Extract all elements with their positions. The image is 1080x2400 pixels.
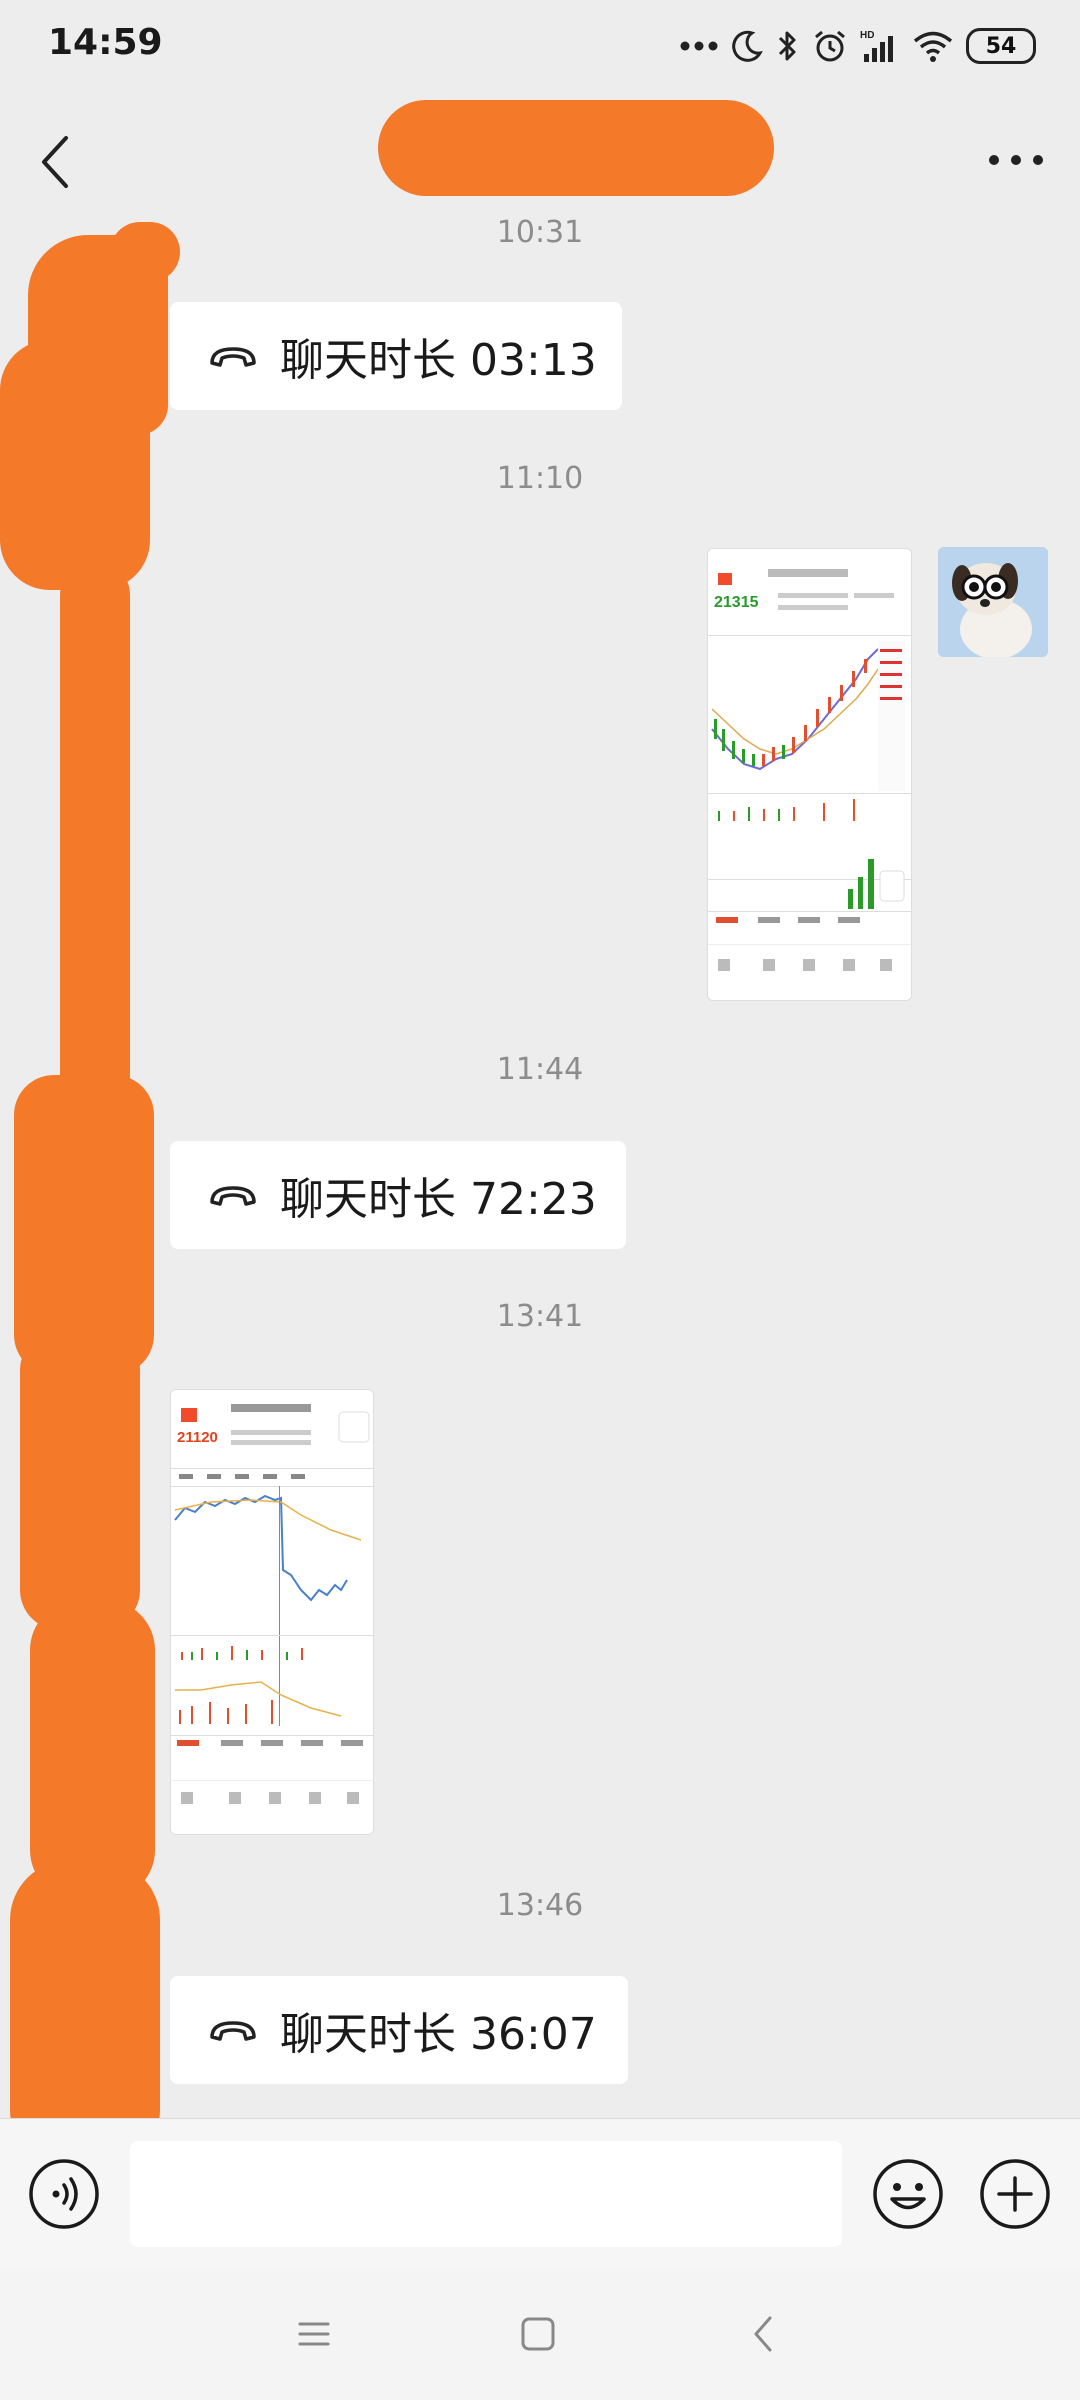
dog-avatar-icon [938,547,1048,657]
wifi-icon [913,31,953,62]
status-bar: 14:59 HD 54 [0,0,1080,90]
timestamp: 11:44 [496,1052,584,1087]
call-duration-text: 聊天时长 72:23 [280,1174,597,1225]
message-input[interactable] [130,2141,842,2247]
menu-icon[interactable] [296,2316,332,2352]
timestamp: 13:46 [496,1888,584,1923]
call-duration-text: 聊天时长 03:13 [280,335,597,386]
home-icon[interactable] [518,2314,558,2354]
status-time: 14:59 [48,22,163,63]
image-message-stock-chart[interactable]: 21315 [707,548,912,1001]
system-nav-bar [0,2268,1080,2400]
redacted-contact-name [378,100,774,196]
status-icons: HD 54 [680,24,1036,68]
phone-hangup-icon [210,2021,256,2041]
call-record-bubble[interactable]: 聊天时长 72:23 [170,1141,626,1249]
back-icon[interactable] [748,2314,778,2354]
image-caption-price: 21120 [177,1429,218,1446]
phone-hangup-icon [210,347,256,367]
signal-icon: HD [860,30,893,62]
avatar[interactable] [938,547,1048,657]
emoji-icon[interactable] [872,2158,944,2230]
bluetooth-icon [778,31,796,61]
timestamp: 11:10 [496,461,584,496]
image-message-stock-chart[interactable]: 21120 [170,1389,374,1835]
call-record-bubble[interactable]: 聊天时长 36:07 [170,1976,628,2084]
more-dots-icon [680,41,718,51]
moon-icon [732,30,763,62]
battery-icon: 54 [966,28,1036,64]
svg-text:HD: HD [860,30,874,41]
plus-icon[interactable] [979,2158,1051,2230]
stock-chart-thumbnail: 21315 [708,549,911,1000]
phone-hangup-icon [210,1186,256,1206]
timestamp: 13:41 [496,1299,584,1334]
more-icon[interactable] [986,150,1046,170]
chevron-left-icon[interactable] [36,132,76,192]
voice-icon[interactable] [28,2158,100,2230]
alarm-icon [815,30,845,62]
stock-chart-thumbnail: 21120 [171,1390,373,1834]
input-bar [0,2118,1080,2269]
call-record-bubble[interactable]: 聊天时长 03:13 [170,302,622,410]
call-duration-text: 聊天时长 36:07 [280,2009,597,2060]
image-caption-price: 21315 [714,594,759,611]
